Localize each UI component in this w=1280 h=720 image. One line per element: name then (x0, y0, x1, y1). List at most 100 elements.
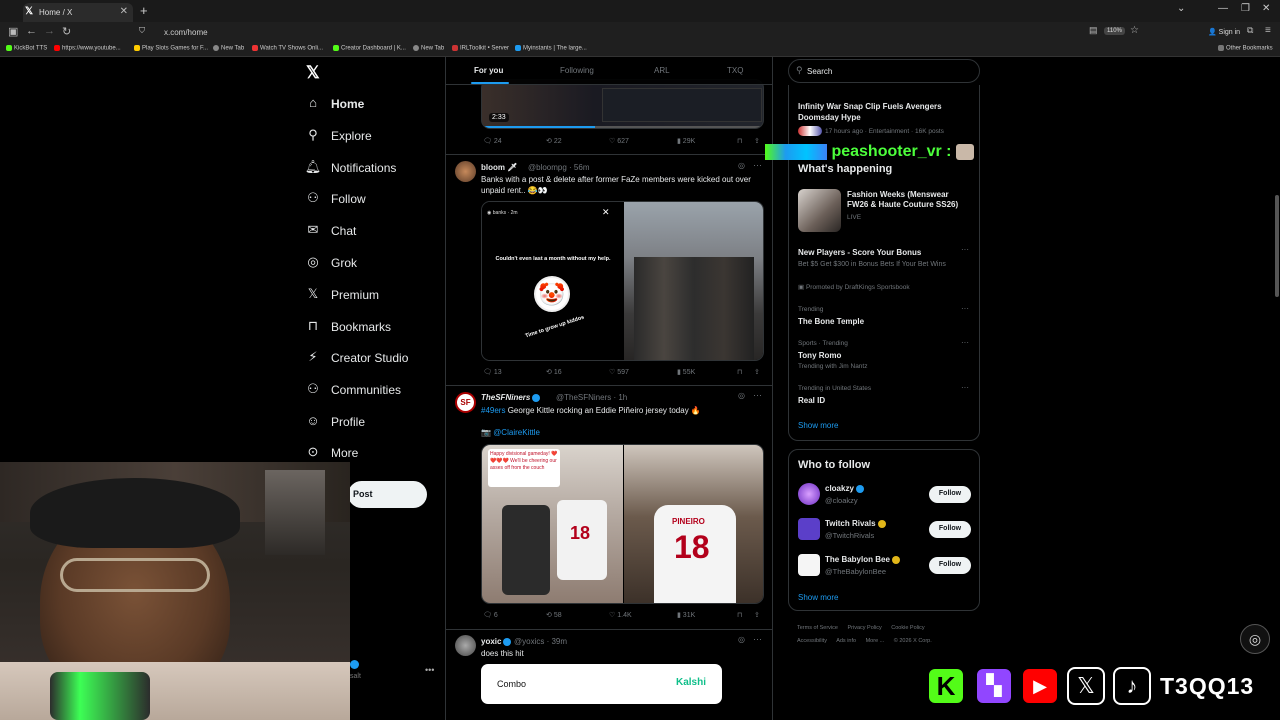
mention-link[interactable]: @ClaireKittle (493, 428, 540, 437)
like-button[interactable]: ♡ 597 (609, 368, 629, 376)
like-button[interactable]: ♡ 627 (609, 137, 629, 145)
grok-icon[interactable]: ◎ (738, 391, 745, 400)
bookmark-item[interactable]: Creator Dashboard | K... (333, 45, 406, 52)
close-tab-icon[interactable]: ✕ (120, 6, 128, 17)
tweet-author[interactable]: bloom 🗡 (481, 163, 517, 172)
more-icon[interactable]: ··· (961, 304, 969, 313)
views-button[interactable]: ▮ 55K (677, 368, 695, 376)
tweet-card[interactable]: Combo Kalshi (481, 664, 722, 704)
bookmark-icon[interactable]: ⊓ (737, 611, 742, 619)
bookmark-icon[interactable]: ⊓ (737, 368, 742, 376)
reload-button[interactable]: ↻ (62, 25, 71, 38)
share-icon[interactable]: ⇪ (754, 368, 760, 376)
nav-bookmarks[interactable]: ⊓ Bookmarks (304, 314, 444, 340)
browser-tab[interactable]: 𝕏 Home / X ✕ (23, 3, 133, 22)
scrollbar-thumb[interactable] (1275, 195, 1279, 297)
bookmark-item[interactable]: https://www.youtube... (54, 45, 121, 52)
nav-creator-studio[interactable]: ⚡︎ Creator Studio (304, 345, 444, 371)
tweet-image[interactable]: Happy divisional gameday! ❤️❤️❤️❤️ We'll… (481, 444, 764, 604)
nav-grok[interactable]: ◎ Grok (304, 250, 444, 276)
nav-home[interactable]: ⌂ Home (304, 91, 444, 117)
bookmark-icon[interactable]: ⊓ (737, 137, 742, 145)
follow-button[interactable]: Follow (929, 521, 971, 538)
forward-button[interactable]: → (44, 25, 55, 37)
more-icon[interactable]: ··· (961, 245, 969, 254)
grok-icon[interactable]: ◎ (738, 635, 745, 644)
extensions-icon[interactable]: ⧉ (1247, 25, 1253, 36)
minimize-button[interactable]: — (1218, 3, 1228, 14)
footer-link[interactable]: Privacy Policy (848, 625, 882, 631)
search-input[interactable]: ⚲ Search (788, 59, 980, 83)
avatar[interactable] (798, 554, 820, 576)
account-menu-icon[interactable]: ••• (425, 665, 434, 675)
avatar[interactable]: SF (455, 392, 476, 413)
suggestion-name[interactable]: cloakzy (825, 484, 864, 493)
back-button[interactable]: ← (26, 25, 37, 37)
star-icon[interactable]: ☆ (1130, 25, 1139, 36)
tweet-handle[interactable]: @yoxics · 39m (514, 637, 567, 646)
tab-arl[interactable]: ARL (654, 66, 670, 75)
more-icon[interactable]: ··· (753, 634, 762, 644)
nav-chat[interactable]: ✉ Chat (304, 218, 444, 244)
bookmark-item[interactable]: Myinstants | The large... (515, 45, 587, 52)
avatar[interactable] (455, 161, 476, 182)
views-button[interactable]: ▮ 29K (677, 137, 695, 145)
nav-communities[interactable]: ⚇ Communities (304, 377, 444, 403)
reply-button[interactable]: 🗨︎ 6 (483, 611, 498, 619)
trend-news-title[interactable]: Infinity War Snap Clip Fuels Avengers Do… (798, 101, 968, 123)
more-icon[interactable]: ··· (961, 383, 969, 392)
signin-button[interactable]: 👤 Sign in (1208, 28, 1240, 36)
suggestion-name[interactable]: Twitch Rivals (825, 519, 886, 528)
footer-link[interactable]: Accessibility (797, 638, 827, 644)
views-button[interactable]: ▮ 31K (677, 611, 695, 619)
bookmark-item[interactable]: IRLToolkit • Server (452, 45, 509, 52)
follow-button[interactable]: Follow (929, 557, 971, 574)
trend-name[interactable]: Tony Romo (798, 351, 841, 360)
share-icon[interactable]: ⇪ (754, 137, 760, 145)
retweet-button[interactable]: ⟲ 16 (546, 368, 562, 376)
page-scrollbar[interactable] (1274, 57, 1280, 720)
bookmark-item[interactable]: New Tab (213, 45, 244, 52)
hashtag-link[interactable]: #49ers (481, 406, 505, 415)
promo-title[interactable]: New Players - Score Your Bonus (798, 248, 921, 257)
retweet-button[interactable]: ⟲ 58 (546, 611, 562, 619)
footer-link[interactable]: Terms of Service (797, 625, 838, 631)
tweet-video[interactable]: 2:33 (481, 79, 764, 129)
x-logo-icon[interactable]: 𝕏 (306, 63, 320, 83)
address-bar[interactable]: ⛉ x.com/home (139, 25, 1080, 40)
tab-for-you[interactable]: For you (474, 66, 503, 75)
tweet-handle[interactable]: @bloompg · 56m (528, 163, 589, 172)
share-icon[interactable]: ⇪ (754, 611, 760, 619)
tweet[interactable]: SF TheSFNiners @TheSFNiners · 1h ◎ ··· #… (446, 386, 772, 630)
trend-name[interactable]: Real ID (798, 396, 825, 405)
bookmark-item[interactable]: New Tab (413, 45, 444, 52)
event-title[interactable]: Fashion Weeks (Menswear FW26 & Haute Cou… (847, 190, 972, 210)
avatar[interactable] (455, 635, 476, 656)
nav-profile[interactable]: ☺ Profile (304, 409, 444, 435)
nav-notifications[interactable]: 🔔︎ Notifications (304, 155, 444, 181)
show-more-link[interactable]: Show more (798, 593, 838, 602)
like-button[interactable]: ♡ 1.4K (609, 611, 632, 619)
more-icon[interactable]: ··· (753, 390, 762, 400)
footer-link[interactable]: Cookie Policy (891, 625, 924, 631)
suggestion-name[interactable]: The Babylon Bee (825, 555, 900, 564)
nav-premium[interactable]: 𝕏 Premium (304, 282, 444, 308)
tweet-author[interactable]: TheSFNiners (481, 393, 541, 402)
footer-link[interactable]: More ... (866, 638, 885, 644)
tweet[interactable]: yoxic @yoxics · 39m ◎ ··· does this hit … (446, 630, 772, 720)
bookmark-item[interactable]: KickBot TTS (6, 45, 47, 52)
post-button[interactable]: Post (348, 481, 427, 508)
trend-name[interactable]: The Bone Temple (798, 317, 864, 326)
close-window-button[interactable]: ✕ (1262, 3, 1270, 14)
reader-view-icon[interactable]: ▤ (1089, 25, 1098, 36)
grok-icon[interactable]: ◎ (738, 161, 745, 170)
tweet-handle[interactable]: @TheSFNiners · 1h (556, 393, 627, 402)
tweet-author[interactable]: yoxic (481, 637, 512, 646)
more-icon[interactable]: ··· (753, 160, 762, 170)
tweet[interactable]: bloom 🗡 @bloompg · 56m ◎ ··· Banks with … (446, 155, 772, 386)
menu-icon[interactable]: ≡ (1265, 25, 1271, 36)
avatar[interactable] (798, 518, 820, 540)
grok-float-button[interactable]: ◎ (1240, 624, 1270, 654)
reply-button[interactable]: 🗨︎ 24 (483, 137, 502, 145)
other-bookmarks[interactable]: Other Bookmarks (1218, 45, 1273, 52)
